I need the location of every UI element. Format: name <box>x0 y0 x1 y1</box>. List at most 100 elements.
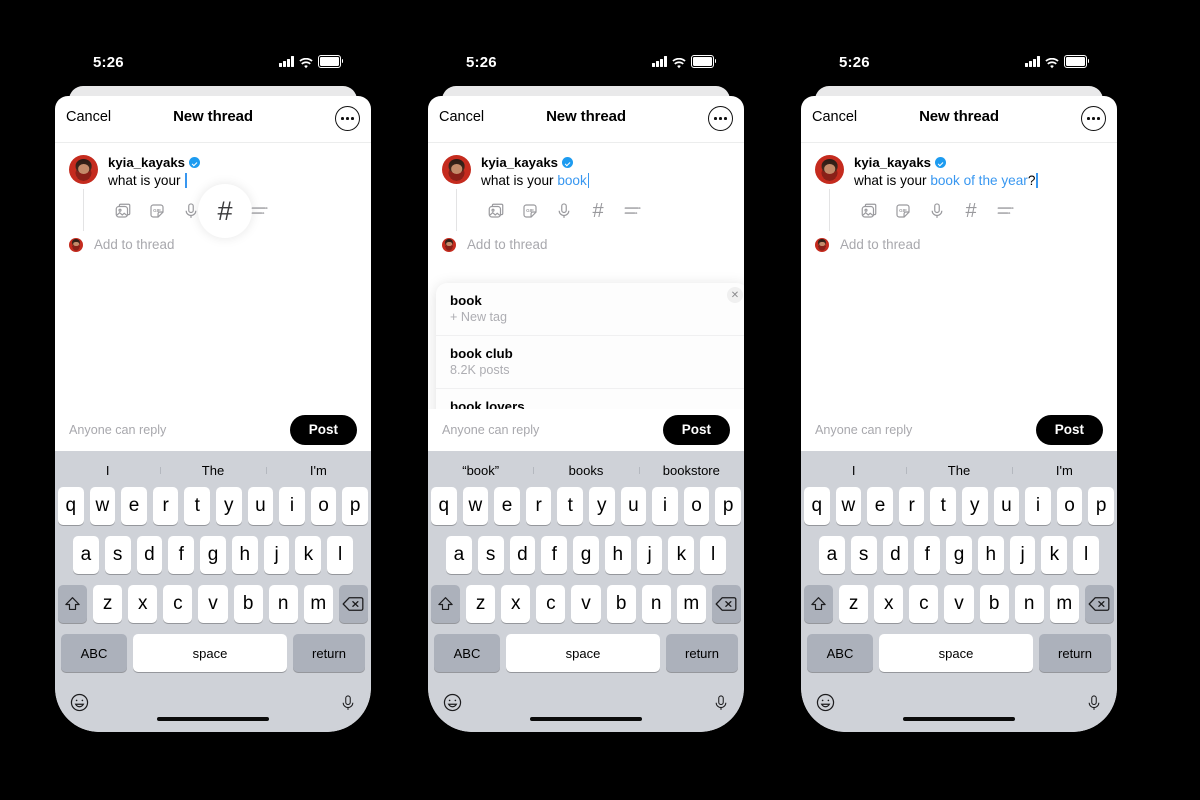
return-key[interactable]: return <box>293 634 365 672</box>
key-v[interactable]: v <box>198 585 228 623</box>
key-j[interactable]: j <box>263 536 290 574</box>
photo-icon[interactable] <box>106 199 140 223</box>
key-d[interactable]: d <box>882 536 909 574</box>
key-h[interactable]: h <box>604 536 631 574</box>
backspace-icon[interactable] <box>1084 585 1114 623</box>
hashtag-icon[interactable]: # <box>581 199 615 223</box>
key-i[interactable]: i <box>279 487 305 525</box>
key-a[interactable]: a <box>445 536 472 574</box>
key-e[interactable]: e <box>867 487 893 525</box>
post-text-input[interactable]: what is your book of the year? <box>854 171 1103 190</box>
key-t[interactable]: t <box>184 487 210 525</box>
hashtag-icon[interactable]: # <box>954 199 988 223</box>
key-i[interactable]: i <box>652 487 678 525</box>
key-y[interactable]: y <box>216 487 242 525</box>
key-k[interactable]: k <box>1041 536 1068 574</box>
add-to-thread-row[interactable]: Add to thread <box>55 237 371 252</box>
key-o[interactable]: o <box>310 487 337 525</box>
key-q[interactable]: q <box>58 487 84 525</box>
gif-icon[interactable]: GIF <box>140 199 174 223</box>
post-button[interactable]: Post <box>1035 415 1103 445</box>
key-e[interactable]: e <box>494 487 520 525</box>
key-m[interactable]: m <box>676 585 706 623</box>
microphone-icon[interactable] <box>712 693 730 718</box>
shift-icon[interactable] <box>431 585 461 623</box>
abc-key[interactable]: ABC <box>434 634 500 672</box>
key-o[interactable]: o <box>1056 487 1083 525</box>
key-d[interactable]: d <box>509 536 536 574</box>
key-g[interactable]: g <box>200 536 226 574</box>
more-options-icon[interactable] <box>335 106 360 131</box>
space-key[interactable]: space <box>879 634 1033 672</box>
key-y[interactable]: y <box>589 487 615 525</box>
key-d[interactable]: d <box>136 536 163 574</box>
keyboard-suggestion[interactable]: I'm <box>1011 463 1117 478</box>
key-n[interactable]: n <box>641 585 671 623</box>
keyboard-suggestion[interactable]: bookstore <box>638 463 744 478</box>
key-g[interactable]: g <box>946 536 972 574</box>
return-key[interactable]: return <box>666 634 738 672</box>
keyboard-suggestion[interactable]: books <box>533 463 638 478</box>
dropdown-item[interactable]: book + New tag <box>436 283 744 336</box>
key-q[interactable]: q <box>431 487 457 525</box>
key-r[interactable]: r <box>898 487 925 525</box>
key-a[interactable]: a <box>818 536 845 574</box>
key-w[interactable]: w <box>89 487 116 525</box>
key-q[interactable]: q <box>804 487 830 525</box>
key-a[interactable]: a <box>72 536 99 574</box>
key-b[interactable]: b <box>979 585 1009 623</box>
abc-key[interactable]: ABC <box>807 634 873 672</box>
key-l[interactable]: l <box>1073 536 1100 574</box>
space-key[interactable]: space <box>506 634 660 672</box>
dropdown-item[interactable]: book club 8.2K posts <box>436 336 744 389</box>
key-i[interactable]: i <box>1025 487 1051 525</box>
key-t[interactable]: t <box>557 487 583 525</box>
key-v[interactable]: v <box>944 585 974 623</box>
backspace-icon[interactable] <box>338 585 368 623</box>
poll-icon[interactable] <box>615 199 649 223</box>
audience-label[interactable]: Anyone can reply <box>69 423 166 437</box>
key-y[interactable]: y <box>962 487 988 525</box>
key-n[interactable]: n <box>1014 585 1044 623</box>
return-key[interactable]: return <box>1039 634 1111 672</box>
key-m[interactable]: m <box>303 585 333 623</box>
more-options-icon[interactable] <box>1081 106 1106 131</box>
key-p[interactable]: p <box>1088 487 1114 525</box>
key-m[interactable]: m <box>1049 585 1079 623</box>
key-w[interactable]: w <box>462 487 489 525</box>
poll-icon[interactable] <box>988 199 1022 223</box>
key-s[interactable]: s <box>850 536 877 574</box>
key-u[interactable]: u <box>620 487 647 525</box>
emoji-icon[interactable] <box>815 692 836 718</box>
more-options-icon[interactable] <box>708 106 733 131</box>
hashtag-icon[interactable]: # <box>198 184 252 238</box>
shift-icon[interactable] <box>58 585 88 623</box>
key-l[interactable]: l <box>700 536 727 574</box>
dropdown-item[interactable]: book lovers7.3K posts <box>436 389 744 409</box>
key-u[interactable]: u <box>993 487 1020 525</box>
key-j[interactable]: j <box>1009 536 1036 574</box>
microphone-icon[interactable] <box>339 693 357 718</box>
key-z[interactable]: z <box>839 585 869 623</box>
photo-icon[interactable] <box>479 199 513 223</box>
keyboard-suggestion[interactable]: I'm <box>265 463 371 478</box>
add-to-thread-row[interactable]: Add to thread <box>801 237 1117 252</box>
audience-label[interactable]: Anyone can reply <box>815 423 912 437</box>
key-w[interactable]: w <box>835 487 862 525</box>
key-l[interactable]: l <box>327 536 354 574</box>
key-b[interactable]: b <box>606 585 636 623</box>
key-s[interactable]: s <box>104 536 131 574</box>
keyboard-suggestion[interactable]: The <box>160 463 265 478</box>
photo-icon[interactable] <box>852 199 886 223</box>
post-button[interactable]: Post <box>662 415 730 445</box>
audience-label[interactable]: Anyone can reply <box>442 423 539 437</box>
close-icon[interactable]: ✕ <box>727 287 743 303</box>
key-z[interactable]: z <box>466 585 496 623</box>
microphone-icon[interactable] <box>547 199 581 223</box>
key-t[interactable]: t <box>930 487 956 525</box>
gif-icon[interactable]: GIF <box>886 199 920 223</box>
key-k[interactable]: k <box>668 536 695 574</box>
microphone-icon[interactable] <box>1085 693 1103 718</box>
post-text-input[interactable]: what is your book <box>481 171 730 190</box>
key-u[interactable]: u <box>247 487 274 525</box>
